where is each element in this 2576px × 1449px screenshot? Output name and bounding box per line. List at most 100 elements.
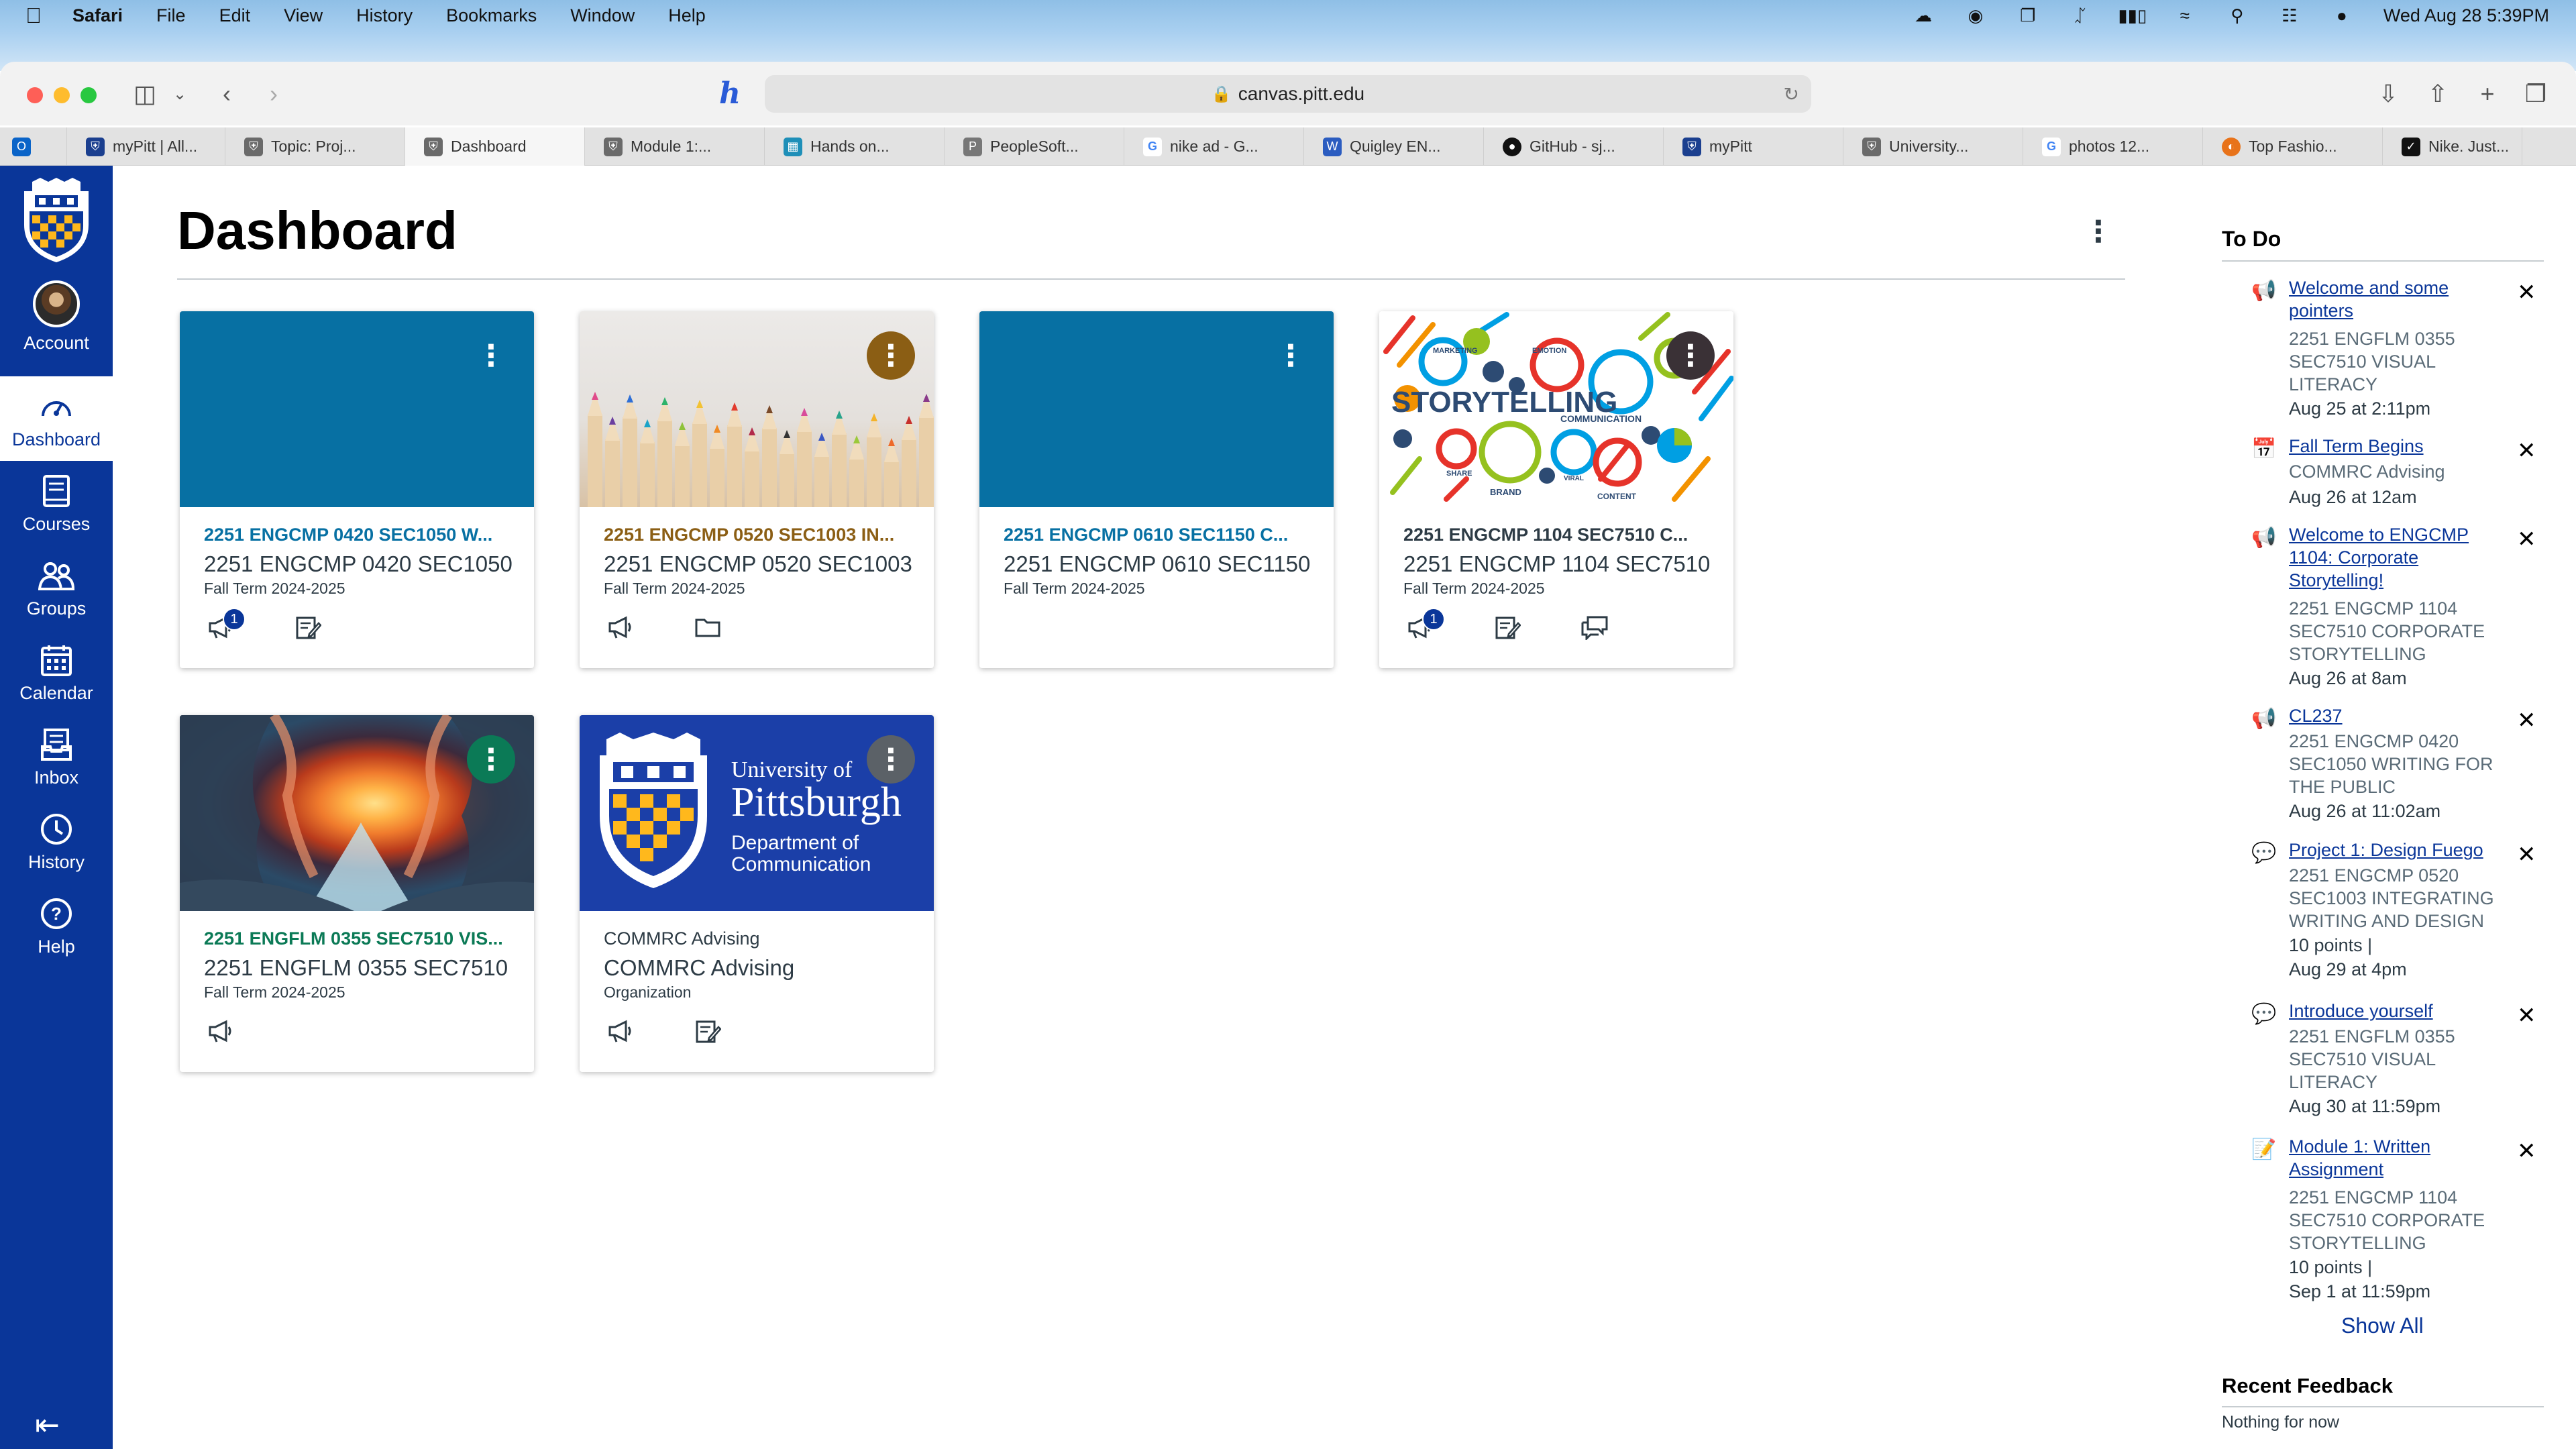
tab-module-1[interactable]: ⛨ Module 1:... — [585, 127, 765, 166]
card-course-code[interactable]: 2251 ENGCMP 0520 SEC1003 IN... — [604, 525, 919, 545]
tab-overview-icon[interactable]: ❐ — [2520, 78, 2552, 110]
pitt-shield-logo[interactable] — [19, 178, 94, 264]
new-tab-icon[interactable]: + — [2471, 78, 2504, 110]
nav-dashboard[interactable]: Dashboard — [0, 376, 113, 461]
dismiss-icon[interactable]: ✕ — [2517, 1138, 2536, 1165]
close-window-button[interactable] — [27, 87, 43, 103]
announcements-icon[interactable]: 1 — [1403, 608, 1445, 644]
back-icon[interactable]: ‹ — [211, 78, 243, 110]
collapse-nav-icon[interactable]: ⇤ — [35, 1408, 60, 1442]
course-card[interactable]: ⋮ 2251 ENGFLM 0355 SEC7510 VIS... 2251 E… — [180, 715, 534, 1072]
spotlight-search-icon[interactable]: ⚲ — [2226, 5, 2248, 25]
sidebar-toggle-icon[interactable]: ◫ — [129, 78, 161, 110]
todo-item-link[interactable]: Introduce yourself — [2289, 1000, 2517, 1022]
forward-icon[interactable]: › — [258, 78, 290, 110]
tab-topic[interactable]: ⛨ Topic: Proj... — [225, 127, 405, 166]
menu-history[interactable]: History — [356, 5, 413, 26]
downloads-icon[interactable]: ⇩ — [2372, 78, 2404, 110]
menubar-clock[interactable]: Wed Aug 28 5:39PM — [2383, 5, 2549, 26]
dismiss-icon[interactable]: ✕ — [2517, 279, 2536, 306]
todo-item-link[interactable]: Fall Term Begins — [2289, 435, 2517, 458]
assignments-icon[interactable] — [291, 610, 325, 644]
share-icon[interactable]: ⇧ — [2422, 78, 2454, 110]
announcements-icon[interactable] — [204, 1014, 237, 1048]
card-options-icon[interactable]: ⋮ — [1267, 331, 1315, 380]
tab-google-photos[interactable]: Gphotos 12... — [2023, 127, 2203, 166]
tab-nike[interactable]: ✓ Nike. Just... — [2383, 127, 2522, 166]
nav-account[interactable]: Account — [0, 274, 113, 359]
card-options-icon[interactable]: ⋮ — [467, 331, 515, 380]
course-card[interactable]: ⋮ 2251 ENGCMP 0520 SEC1003 IN... 2251 EN… — [580, 311, 934, 668]
nav-groups[interactable]: Groups — [0, 545, 113, 630]
assignments-icon[interactable] — [1491, 610, 1524, 644]
announcements-icon[interactable]: 1 — [204, 608, 246, 644]
tab-google-nike-ad[interactable]: Gnike ad - G... — [1124, 127, 1304, 166]
announcements-icon[interactable] — [604, 610, 637, 644]
menu-view[interactable]: View — [284, 5, 323, 26]
menu-bookmarks[interactable]: Bookmarks — [446, 5, 537, 26]
chevron-down-icon[interactable]: ⌄ — [164, 78, 196, 110]
assignments-icon[interactable] — [691, 1014, 724, 1048]
todo-item-link[interactable]: Welcome to ENGCMP 1104: Corporate Storyt… — [2289, 523, 2517, 592]
todo-item-link[interactable]: Welcome and some pointers — [2289, 276, 2517, 322]
menu-edit[interactable]: Edit — [219, 5, 251, 26]
dismiss-icon[interactable]: ✕ — [2517, 437, 2536, 464]
tab-hands-on[interactable]: ▦ Hands on... — [765, 127, 945, 166]
todo-item-link[interactable]: CL237 — [2289, 704, 2517, 727]
battery-icon[interactable]: ▮▮▯ — [2118, 5, 2147, 25]
card-options-icon[interactable]: ⋮ — [1666, 331, 1715, 380]
grammarly-icon[interactable]: ◉ — [1965, 5, 1986, 25]
discussions-icon[interactable] — [1578, 610, 1611, 644]
announcements-icon[interactable] — [604, 1014, 637, 1048]
folder-icon[interactable] — [691, 610, 724, 644]
tab-dashboard[interactable]: ⛨ Dashboard — [405, 127, 585, 166]
todo-item-link[interactable]: Project 1: Design Fuego — [2289, 839, 2517, 861]
nav-help[interactable]: ? Help — [0, 883, 113, 968]
nav-courses[interactable]: Courses — [0, 461, 113, 545]
tab-university[interactable]: ⛨ University... — [1843, 127, 2023, 166]
course-card[interactable]: ⋮ 2251 ENGCMP 0420 SEC1050 W... 2251 ENG… — [180, 311, 534, 668]
dismiss-icon[interactable]: ✕ — [2517, 1002, 2536, 1029]
apple-menu-icon[interactable]:  — [25, 3, 52, 28]
tab-mypitt[interactable]: ⛨ myPitt — [1664, 127, 1843, 166]
tab-mypitt-all[interactable]: ⛨ myPitt | All... — [67, 127, 225, 166]
pinned-tab-outlook[interactable]: O — [0, 127, 67, 166]
card-options-icon[interactable]: ⋮ — [867, 735, 915, 784]
address-bar[interactable]: 🔒 canvas.pitt.edu ↻ — [765, 75, 1811, 113]
show-all-link[interactable]: Show All — [2341, 1313, 2424, 1338]
todo-item-link[interactable]: Module 1: Written Assignment — [2289, 1135, 2517, 1181]
menu-window[interactable]: Window — [570, 5, 635, 26]
bluetooth-icon[interactable]: ᛢ — [2070, 5, 2091, 25]
honey-extension-icon[interactable]: h — [719, 76, 741, 111]
icloud-icon[interactable]: ☁ — [1913, 5, 1934, 25]
tab-quigley[interactable]: W Quigley EN... — [1304, 127, 1484, 166]
nav-calendar[interactable]: Calendar — [0, 630, 113, 714]
course-card[interactable]: ⋮ 2251 ENGCMP 0610 SEC1150 C... 2251 ENG… — [979, 311, 1334, 668]
card-course-code[interactable]: 2251 ENGCMP 0610 SEC1150 C... — [1004, 525, 1319, 545]
menu-file[interactable]: File — [156, 5, 186, 26]
nav-history[interactable]: History — [0, 799, 113, 883]
dismiss-icon[interactable]: ✕ — [2517, 707, 2536, 734]
card-course-code[interactable]: 2251 ENGCMP 0420 SEC1050 W... — [204, 525, 519, 545]
tab-top-fashion[interactable]: ◐ Top Fashio... — [2203, 127, 2383, 166]
wifi-icon[interactable]: ≈ — [2174, 5, 2196, 25]
tab-github[interactable]: ● GitHub - sj... — [1484, 127, 1664, 166]
dismiss-icon[interactable]: ✕ — [2517, 841, 2536, 868]
card-course-code[interactable]: 2251 ENGCMP 1104 SEC7510 C... — [1403, 525, 1719, 545]
card-options-icon[interactable]: ⋮ — [467, 735, 515, 784]
zoom-window-button[interactable] — [80, 87, 97, 103]
reload-icon[interactable]: ↻ — [1784, 83, 1799, 105]
course-card[interactable]: University of Pittsburgh Department of C… — [580, 715, 934, 1072]
dashboard-options-icon[interactable]: ⋮ — [2084, 215, 2113, 248]
card-options-icon[interactable]: ⋮ — [867, 331, 915, 380]
menu-help[interactable]: Help — [668, 5, 706, 26]
siri-icon[interactable]: ● — [2331, 5, 2353, 25]
card-course-code[interactable]: 2251 ENGFLM 0355 SEC7510 VIS... — [204, 928, 519, 949]
course-card[interactable]: STORYTELLING MARKETING EMOTION COMMUNICA… — [1379, 311, 1733, 668]
nav-inbox[interactable]: Inbox — [0, 714, 113, 799]
menu-app-name[interactable]: Safari — [72, 5, 123, 26]
screen-mirroring-icon[interactable]: ❐ — [2017, 5, 2039, 25]
dismiss-icon[interactable]: ✕ — [2517, 526, 2536, 553]
control-center-icon[interactable]: ☷ — [2279, 5, 2300, 25]
minimize-window-button[interactable] — [54, 87, 70, 103]
